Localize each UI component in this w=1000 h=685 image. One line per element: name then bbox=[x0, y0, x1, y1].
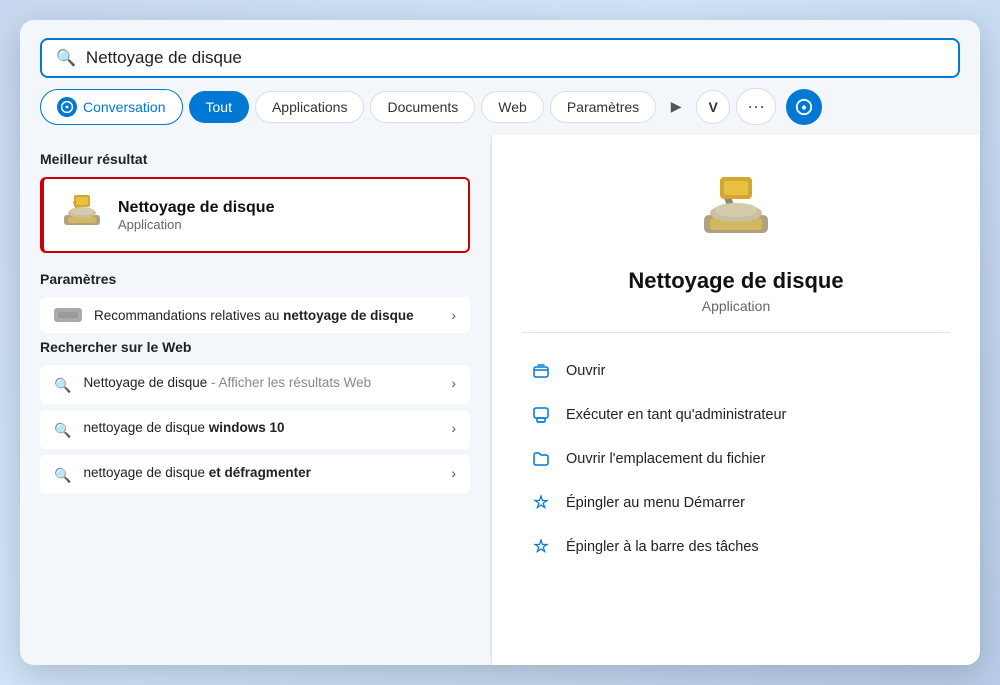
setting-item-0[interactable]: Recommandations relatives au nettoyage d… bbox=[40, 297, 470, 333]
web-item-left-1: 🔍 nettoyage de disque windows 10 bbox=[54, 420, 285, 439]
search-panel: 🔍 Conversation Tout Applications Documen… bbox=[20, 20, 980, 665]
tab-tout[interactable]: Tout bbox=[189, 91, 249, 123]
left-panel: Meilleur résultat bbox=[20, 135, 490, 665]
tab-parametres-label: Paramètres bbox=[567, 99, 639, 115]
chevron-icon-web-2: › bbox=[451, 465, 456, 481]
action-ouvrir[interactable]: Ouvrir bbox=[522, 351, 950, 391]
admin-icon bbox=[530, 404, 552, 426]
tab-documents-label: Documents bbox=[387, 99, 458, 115]
tab-tout-label: Tout bbox=[206, 99, 232, 115]
web-item-left-0: 🔍 Nettoyage de disque - Afficher les rés… bbox=[54, 375, 371, 394]
settings-section-title: Paramètres bbox=[40, 271, 470, 287]
action-executer[interactable]: Exécuter en tant qu'administrateur bbox=[522, 395, 950, 435]
best-result-app-type: Application bbox=[118, 217, 274, 232]
action-emplacement[interactable]: Ouvrir l'emplacement du fichier bbox=[522, 439, 950, 479]
tab-documents[interactable]: Documents bbox=[370, 91, 475, 123]
web-item-text-2: nettoyage de disque et défragmenter bbox=[83, 465, 310, 480]
web-item-left-2: 🔍 nettoyage de disque et défragmenter bbox=[54, 465, 311, 484]
search-bar-row: 🔍 bbox=[20, 20, 980, 88]
open-icon bbox=[530, 360, 552, 382]
bing-button[interactable] bbox=[786, 89, 822, 125]
web-search-icon-1: 🔍 bbox=[54, 422, 71, 439]
best-result-app-icon bbox=[60, 193, 104, 237]
search-input[interactable] bbox=[86, 48, 944, 68]
action-epingler-barre-label: Épingler à la barre des tâches bbox=[566, 539, 759, 555]
chevron-icon-0: › bbox=[451, 307, 456, 323]
right-app-name: Nettoyage de disque bbox=[628, 268, 843, 294]
settings-section: Paramètres Recommandations relatives au … bbox=[40, 271, 470, 333]
more-button[interactable]: ··· bbox=[736, 88, 776, 125]
web-section: Rechercher sur le Web 🔍 Nettoyage de dis… bbox=[40, 339, 470, 494]
right-app-icon bbox=[696, 175, 776, 254]
right-panel: Nettoyage de disque Application Ouvrir bbox=[491, 135, 980, 665]
web-item-1[interactable]: 🔍 nettoyage de disque windows 10 › bbox=[40, 410, 470, 449]
action-list: Ouvrir Exécuter en tant qu'administrateu… bbox=[522, 351, 950, 567]
web-item-text-1: nettoyage de disque windows 10 bbox=[83, 420, 284, 435]
search-bar: 🔍 bbox=[40, 38, 960, 78]
bing-icon-conversation bbox=[57, 97, 77, 117]
tab-web-label: Web bbox=[498, 99, 527, 115]
setting-item-left: Recommandations relatives au nettoyage d… bbox=[54, 308, 414, 323]
best-result-text: Nettoyage de disque Application bbox=[118, 199, 274, 232]
pin-taskbar-icon bbox=[530, 536, 552, 558]
chevron-icon-web-0: › bbox=[451, 375, 456, 391]
folder-icon bbox=[530, 448, 552, 470]
right-divider bbox=[522, 332, 950, 333]
tab-conversation-label: Conversation bbox=[83, 99, 166, 115]
action-ouvrir-label: Ouvrir bbox=[566, 363, 605, 379]
tab-web[interactable]: Web bbox=[481, 91, 544, 123]
web-section-title: Rechercher sur le Web bbox=[40, 339, 470, 355]
web-item-text-0: Nettoyage de disque - Afficher les résul… bbox=[83, 375, 371, 390]
action-executer-label: Exécuter en tant qu'administrateur bbox=[566, 407, 786, 423]
chevron-icon-web-1: › bbox=[451, 420, 456, 436]
web-search-icon-2: 🔍 bbox=[54, 467, 71, 484]
tab-applications[interactable]: Applications bbox=[255, 91, 365, 123]
web-item-0[interactable]: 🔍 Nettoyage de disque - Afficher les rés… bbox=[40, 365, 470, 404]
web-search-icon-0: 🔍 bbox=[54, 377, 71, 394]
action-emplacement-label: Ouvrir l'emplacement du fichier bbox=[566, 451, 765, 467]
action-epingler-demarrer[interactable]: Épingler au menu Démarrer bbox=[522, 483, 950, 523]
best-result-title: Meilleur résultat bbox=[40, 151, 470, 167]
settings-icon-0 bbox=[54, 308, 82, 322]
web-item-2[interactable]: 🔍 nettoyage de disque et défragmenter › bbox=[40, 455, 470, 494]
setting-item-text-0: Recommandations relatives au nettoyage d… bbox=[94, 308, 414, 323]
action-epingler-demarrer-label: Épingler au menu Démarrer bbox=[566, 495, 745, 511]
tab-parametres[interactable]: Paramètres bbox=[550, 91, 656, 123]
pin-start-icon bbox=[530, 492, 552, 514]
v-button[interactable]: V bbox=[696, 90, 730, 124]
tab-conversation[interactable]: Conversation bbox=[40, 89, 183, 125]
content-area: Meilleur résultat bbox=[20, 135, 980, 665]
best-result-app-name: Nettoyage de disque bbox=[118, 199, 274, 217]
right-app-type: Application bbox=[702, 298, 771, 314]
search-icon: 🔍 bbox=[56, 48, 76, 68]
action-epingler-barre[interactable]: Épingler à la barre des tâches bbox=[522, 527, 950, 567]
tab-applications-label: Applications bbox=[272, 99, 348, 115]
best-result-card[interactable]: Nettoyage de disque Application bbox=[40, 177, 470, 253]
play-button[interactable]: ▶ bbox=[662, 93, 690, 121]
tabs-row: Conversation Tout Applications Documents… bbox=[20, 88, 980, 135]
